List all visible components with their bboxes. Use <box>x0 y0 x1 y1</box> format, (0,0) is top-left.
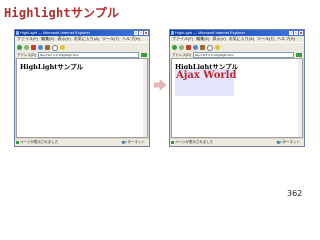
forward-icon[interactable] <box>179 45 184 50</box>
status-bar: ページが表示されました インターネット <box>15 139 149 146</box>
refresh-icon[interactable] <box>38 45 43 50</box>
stop-icon[interactable] <box>186 45 191 50</box>
address-label: アドレス(D) <box>172 52 191 57</box>
menu-help[interactable]: ヘルプ(H) <box>122 36 140 41</box>
address-label: アドレス(D) <box>17 52 36 57</box>
menu-bar: ファイル(F) 編集(E) 表示(V) お気に入り(A) ツール(T) ヘルプ(H) <box>15 36 149 42</box>
right-arrow-icon <box>154 80 166 90</box>
menu-edit[interactable]: 編集(E) <box>41 36 54 41</box>
browser-window-after: HighLight — Microsoft Internet Explorer … <box>169 29 305 147</box>
refresh-icon[interactable] <box>193 45 198 50</box>
zone-text: インターネット <box>120 140 146 144</box>
vertical-scrollbar[interactable] <box>298 59 302 137</box>
zone-text: インターネット <box>275 140 301 144</box>
search-icon[interactable] <box>52 44 58 51</box>
close-button[interactable] <box>144 31 148 35</box>
close-button[interactable] <box>299 31 303 35</box>
menu-edit[interactable]: 編集(E) <box>196 36 209 41</box>
home-icon[interactable] <box>200 45 205 50</box>
menu-view[interactable]: 表示(V) <box>212 36 225 41</box>
menu-tools[interactable]: ツール(T) <box>257 36 274 41</box>
search-icon[interactable] <box>207 44 213 51</box>
go-button[interactable] <box>296 53 302 57</box>
maximize-button[interactable] <box>294 31 298 35</box>
highlight-box[interactable]: Ajax World <box>175 69 237 96</box>
page-content: HighLightサンプル <box>16 58 148 138</box>
menu-tools[interactable]: ツール(T) <box>102 36 119 41</box>
menu-favorites[interactable]: お気に入り(A) <box>74 36 99 41</box>
ie-icon <box>171 31 174 35</box>
slide-title: Highlightサンプル <box>4 6 120 20</box>
toolbar <box>170 42 304 52</box>
status-text: ページが表示されました <box>20 140 59 144</box>
back-icon[interactable] <box>17 45 22 50</box>
page-content: HighLightサンプル Ajax World <box>171 58 303 138</box>
status-bar: ページが表示されました インターネット <box>170 139 304 146</box>
menu-view[interactable]: 表示(V) <box>57 36 70 41</box>
menu-help[interactable]: ヘルプ(H) <box>277 36 295 41</box>
page-done-icon <box>16 141 19 144</box>
menu-file[interactable]: ファイル(F) <box>172 36 193 41</box>
forward-icon[interactable] <box>24 45 29 50</box>
browser-window-before: HighLight — Microsoft Internet Explorer … <box>14 29 150 147</box>
back-icon[interactable] <box>172 45 177 50</box>
minimize-button[interactable] <box>289 31 293 35</box>
page-heading: HighLightサンプル <box>20 63 83 71</box>
favorites-icon[interactable] <box>60 45 65 50</box>
vertical-scrollbar[interactable] <box>143 59 147 137</box>
status-text: ページが表示されました <box>175 140 214 144</box>
page-done-icon <box>171 141 174 144</box>
menu-file[interactable]: ファイル(F) <box>17 36 38 41</box>
maximize-button[interactable] <box>139 31 143 35</box>
favorites-icon[interactable] <box>215 45 220 50</box>
go-button[interactable] <box>141 53 147 57</box>
toolbar <box>15 42 149 52</box>
stop-icon[interactable] <box>31 45 36 50</box>
minimize-button[interactable] <box>134 31 138 35</box>
highlight-text: Ajax World <box>176 70 237 81</box>
menu-bar: ファイル(F) 編集(E) 表示(V) お気に入り(A) ツール(T) ヘルプ(H) <box>170 36 304 42</box>
menu-favorites[interactable]: お気に入り(A) <box>229 36 254 41</box>
ie-icon <box>16 31 19 35</box>
home-icon[interactable] <box>45 45 50 50</box>
slide-number: 362 <box>287 189 303 198</box>
